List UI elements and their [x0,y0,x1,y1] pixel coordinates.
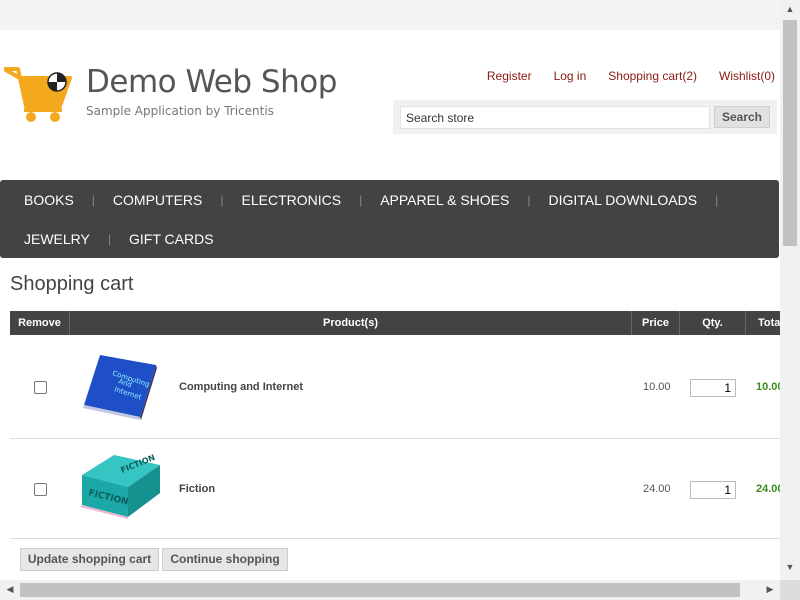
shopping-cart-link[interactable]: Shopping cart(2) [608,69,697,83]
header-total: Total [758,317,780,329]
product-name[interactable]: Fiction [179,483,215,495]
update-cart-button[interactable]: Update shopping cart [20,548,159,571]
login-link[interactable]: Log in [554,69,587,83]
menu-item-computers[interactable]: COMPUTERS [95,192,220,208]
menu-item-gift-cards[interactable]: GIFT CARDS [111,231,232,247]
search-input[interactable] [400,106,710,129]
header-links: Register Log in Shopping cart(2) Wishlis… [465,69,775,83]
table-header: Remove Product(s) Price Qty. Total [10,311,780,335]
horizontal-scrollbar[interactable]: ◀ ▶ [0,580,780,600]
header-product: Product(s) [70,311,632,335]
top-menu: BOOKS | COMPUTERS | ELECTRONICS | APPARE… [0,180,779,258]
remove-checkbox[interactable] [34,381,47,394]
continue-shopping-button[interactable]: Continue shopping [162,548,288,571]
horizontal-scroll-thumb[interactable] [20,583,740,597]
brand-title[interactable]: Demo Web Shop [86,64,337,100]
scrollbar-corner [780,580,800,600]
menu-separator: | [715,192,719,207]
menu-item-books[interactable]: BOOKS [0,192,92,208]
scroll-down-icon[interactable]: ▼ [780,562,800,572]
quantity-input[interactable] [690,481,736,499]
menu-item-apparel-shoes[interactable]: APPAREL & SHOES [362,192,527,208]
product-total: 24.00 [756,483,780,495]
wishlist-link[interactable]: Wishlist(0) [719,69,775,83]
menu-item-jewelry[interactable]: JEWELRY [0,231,108,247]
page-viewport: Demo Web Shop Sample Application by Tric… [0,0,780,580]
search-button[interactable]: Search [714,106,770,128]
menu-row-2: JEWELRY | GIFT CARDS [0,219,232,258]
scroll-right-icon[interactable]: ▶ [760,584,780,595]
product-price: 24.00 [643,483,671,495]
header-price: Price [632,311,680,335]
remove-checkbox[interactable] [34,483,47,496]
page-title: Shopping cart [10,273,134,295]
product-total: 10.00 [756,381,780,393]
product-image-fiction[interactable]: FICTION FICTION [80,453,160,519]
brand-subtitle: Sample Application by Tricentis [86,104,274,118]
header-remove: Remove [10,311,70,335]
table-row: Computing And Internet Computing and Int… [10,335,780,439]
menu-item-electronics[interactable]: ELECTRONICS [224,192,360,208]
shopping-cart-logo-icon[interactable] [2,66,72,124]
product-name[interactable]: Computing and Internet [179,381,303,393]
product-price: 10.00 [643,381,671,393]
product-image-computing[interactable]: Computing And Internet [80,349,158,421]
search-box: Search [393,100,777,134]
header-qty: Qty. [680,311,746,335]
register-link[interactable]: Register [487,69,532,83]
vertical-scroll-thumb[interactable] [783,20,797,246]
table-row: FICTION FICTION Fiction 24.00 24.00 [10,439,780,539]
scroll-up-icon[interactable]: ▲ [780,4,800,14]
top-band [0,0,780,30]
scroll-left-icon[interactable]: ◀ [0,584,20,595]
menu-row-1: BOOKS | COMPUTERS | ELECTRONICS | APPARE… [0,180,718,219]
vertical-scrollbar[interactable]: ▲ ▼ [780,0,800,580]
quantity-input[interactable] [690,379,736,397]
menu-item-digital-downloads[interactable]: DIGITAL DOWNLOADS [531,192,716,208]
